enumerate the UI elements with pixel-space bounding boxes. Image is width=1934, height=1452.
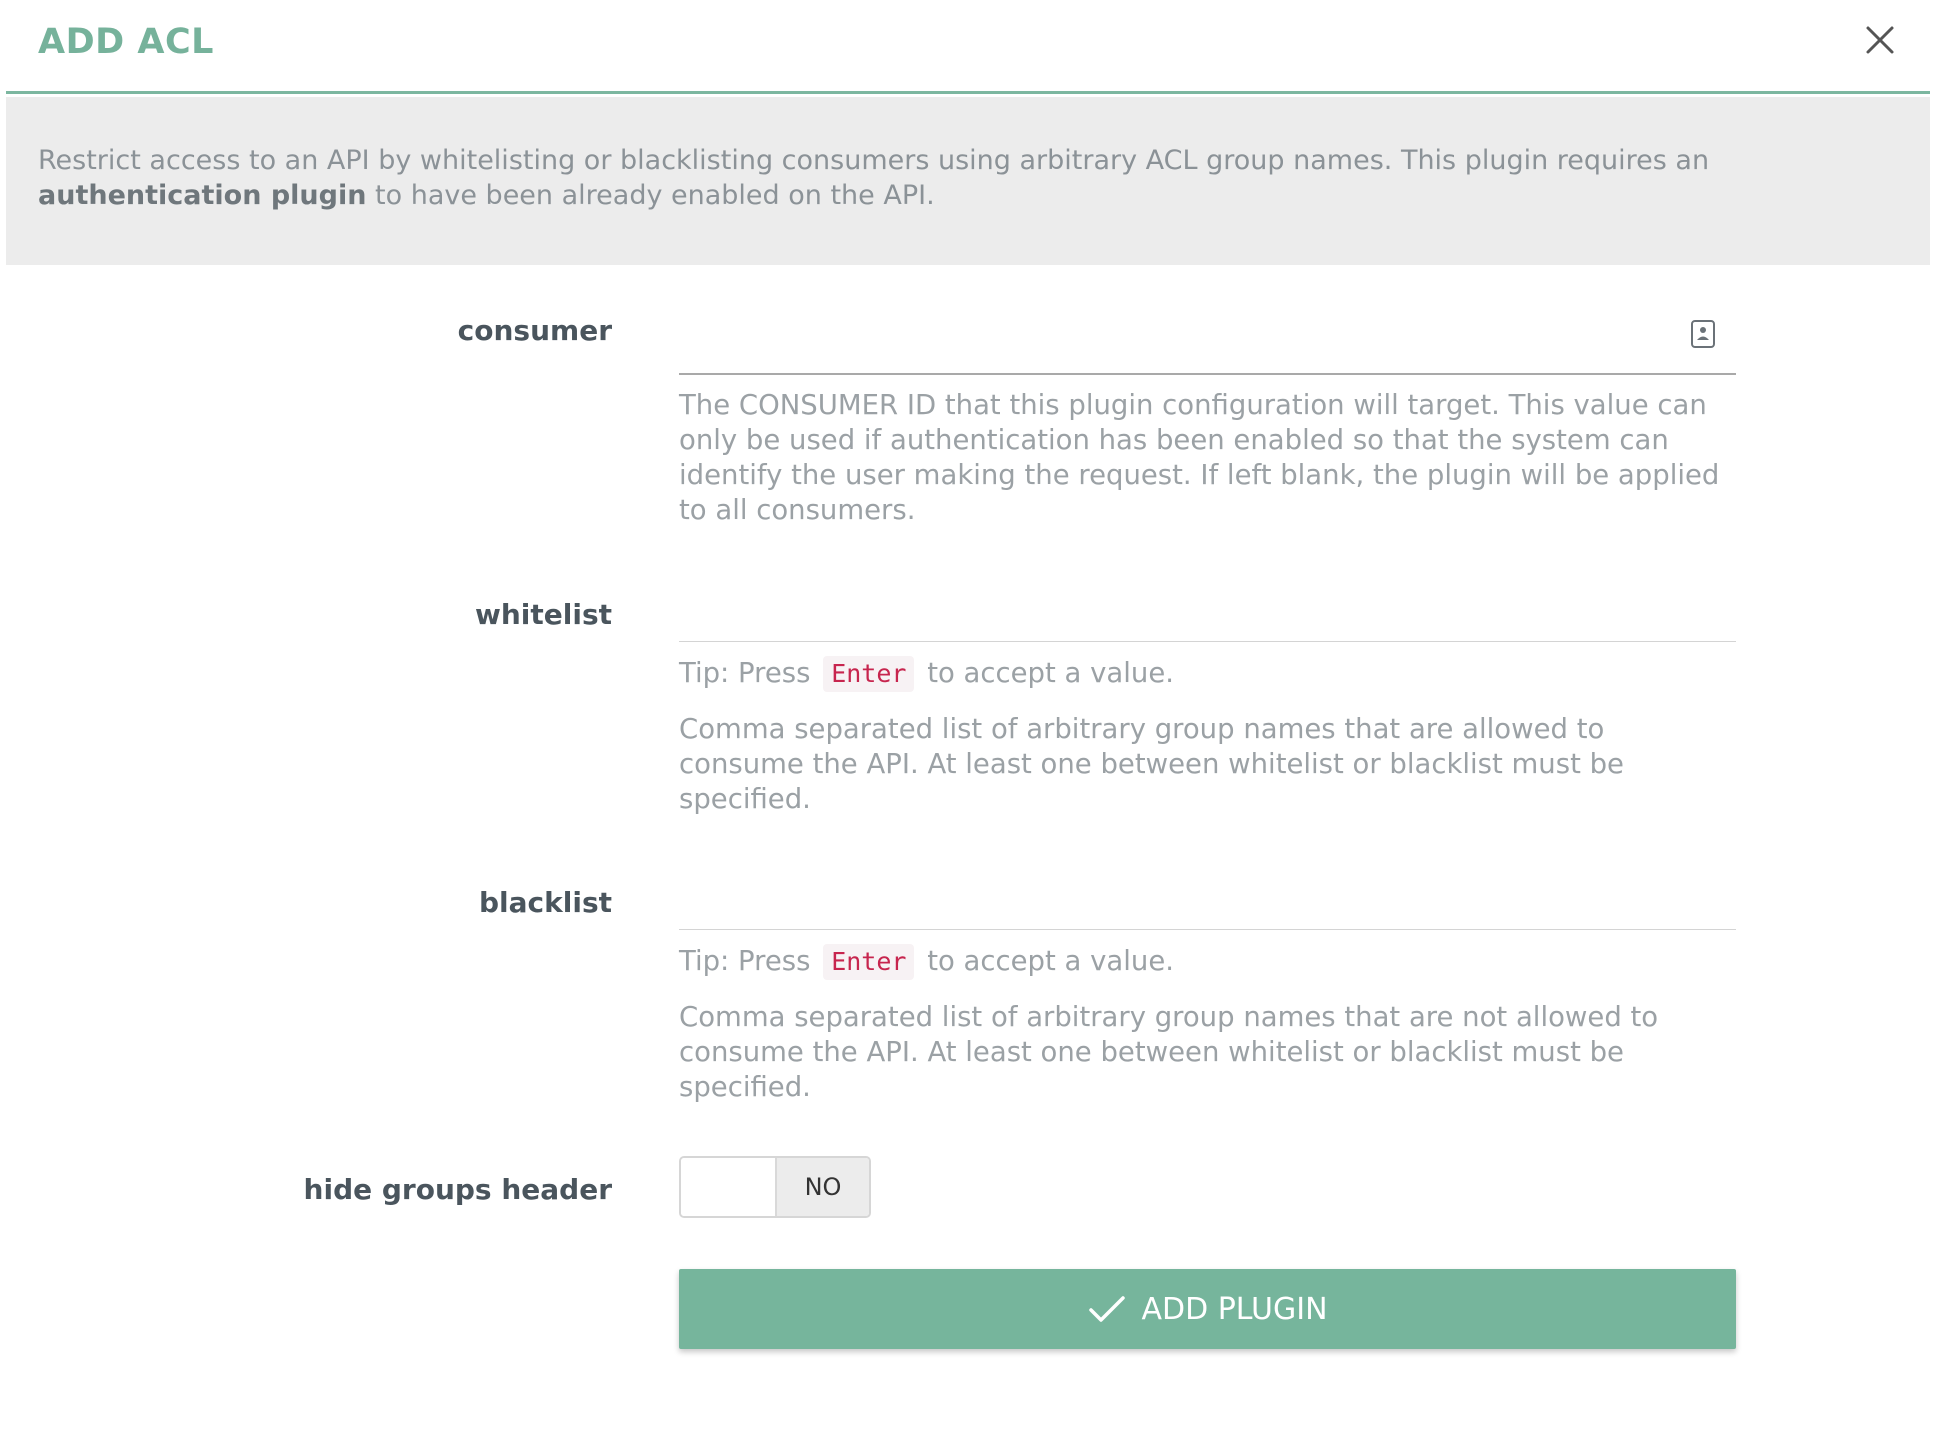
hide-groups-header-label: hide groups header	[303, 1173, 612, 1206]
blacklist-input[interactable]	[679, 870, 1736, 928]
blacklist-label: blacklist	[479, 886, 612, 919]
whitelist-tip-prefix: Tip: Press	[679, 657, 811, 689]
blacklist-tip: Tip: Press Enter to accept a value.	[679, 943, 1174, 980]
description-tail: to have been already enabled on the API.	[375, 180, 935, 211]
add-plugin-button[interactable]: ADD PLUGIN	[679, 1269, 1736, 1349]
close-icon	[1866, 26, 1894, 54]
hide-groups-header-toggle[interactable]: NO	[679, 1156, 871, 1218]
dialog-header: ADD ACL	[6, 0, 1930, 94]
description-text: Restrict access to an API by whitelistin…	[38, 145, 1710, 176]
consumer-picker-button[interactable]	[1688, 318, 1718, 350]
consumer-underline	[679, 373, 1736, 375]
close-button[interactable]	[1856, 16, 1904, 64]
whitelist-input[interactable]	[679, 582, 1736, 640]
blacklist-tip-suffix: to accept a value.	[927, 945, 1174, 977]
blacklist-tip-key: Enter	[823, 944, 915, 980]
blacklist-help: Comma separated list of arbitrary group …	[679, 1001, 1659, 1103]
toggle-knob	[681, 1158, 777, 1216]
blacklist-tip-prefix: Tip: Press	[679, 945, 811, 977]
whitelist-tip-key: Enter	[823, 656, 915, 692]
toggle-state: NO	[777, 1158, 869, 1216]
whitelist-help: Comma separated list of arbitrary group …	[679, 713, 1624, 815]
add-plugin-dialog: ADD ACL Restrict access to an API by whi…	[6, 0, 1930, 1452]
whitelist-tip-suffix: to accept a value.	[927, 657, 1174, 689]
contact-card-icon	[1691, 320, 1715, 348]
dialog-title: ADD ACL	[38, 22, 214, 62]
plugin-description: Restrict access to an API by whitelistin…	[6, 97, 1930, 265]
blacklist-underline	[679, 929, 1736, 930]
consumer-help: The CONSUMER ID that this plugin configu…	[679, 389, 1720, 526]
add-plugin-label: ADD PLUGIN	[1141, 1291, 1328, 1327]
check-icon	[1089, 1296, 1126, 1322]
whitelist-label: whitelist	[474, 598, 612, 631]
consumer-input[interactable]	[679, 310, 1736, 372]
description-bold: authentication plugin	[38, 180, 367, 211]
consumer-label: consumer	[457, 314, 612, 347]
whitelist-underline	[679, 641, 1736, 642]
whitelist-tip: Tip: Press Enter to accept a value.	[679, 655, 1174, 692]
